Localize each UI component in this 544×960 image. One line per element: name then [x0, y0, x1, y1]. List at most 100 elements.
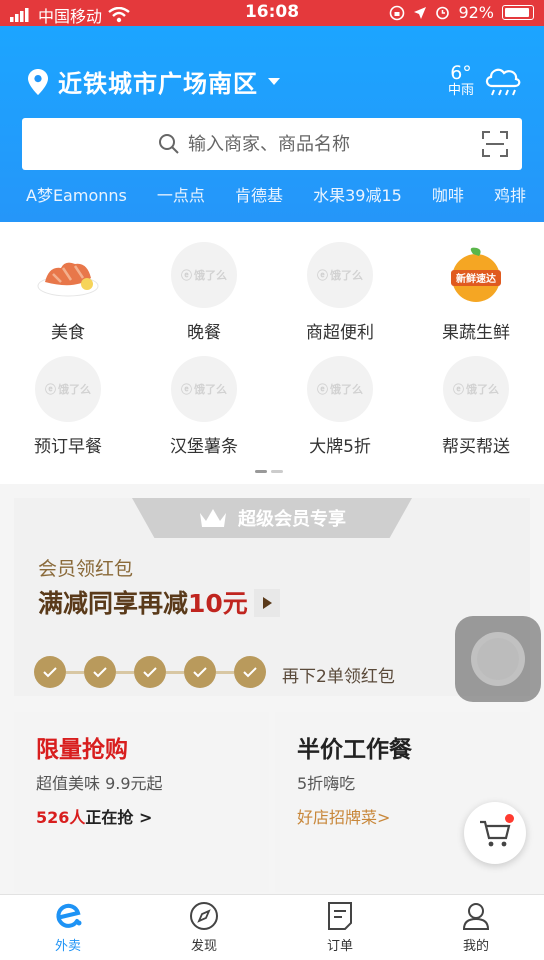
- category-food[interactable]: 美食: [0, 242, 136, 343]
- status-right: 92%: [389, 3, 534, 22]
- tab-label: 发现: [190, 939, 217, 954]
- battery-icon: [502, 5, 534, 20]
- assistive-touch-inner: [471, 632, 525, 686]
- check-icon: [84, 656, 116, 688]
- category-fresh-produce[interactable]: 新鲜速达 果蔬生鲜: [408, 242, 544, 343]
- weather-text: 6° 中雨: [448, 63, 474, 98]
- category-grid: 美食 ⓔ 饿了么 晚餐 ⓔ 饿了么 商超便利 新鲜速达 果蔬生鲜 ⓔ 饿了么 预订早餐: [0, 222, 544, 484]
- tab-label: 我的: [462, 939, 489, 954]
- check-icon: [34, 656, 66, 688]
- check-icon: [234, 656, 266, 688]
- promo-title: 半价工作餐: [297, 737, 412, 763]
- category-label: 大牌5折: [309, 437, 371, 457]
- logo-watermark: ⓔ 饿了么: [181, 269, 227, 282]
- fruit-badge: 新鲜速达: [456, 273, 496, 285]
- progress-link: [166, 670, 184, 674]
- tab-discover[interactable]: 发现: [136, 895, 272, 960]
- tab-label: 订单: [326, 939, 353, 954]
- progress-checks: [34, 656, 266, 688]
- promo-title: 限量抢购: [36, 737, 128, 763]
- search-input[interactable]: [186, 132, 386, 156]
- category-label: 果蔬生鲜: [442, 323, 510, 343]
- search-icon: [159, 134, 179, 154]
- location-pin-icon: [28, 68, 48, 95]
- category-label: 美食: [51, 323, 85, 343]
- caret-down-icon: [268, 77, 280, 85]
- order-icon: [328, 902, 352, 930]
- category-burger-fries[interactable]: ⓔ 饿了么 汉堡薯条: [136, 356, 272, 457]
- fruit-icon: 新鲜速达: [443, 242, 509, 308]
- check-icon: [134, 656, 166, 688]
- page-dot: [271, 470, 283, 473]
- member-title-text: 满减同享再减: [38, 589, 189, 618]
- location-name: 近铁城市广场南区: [58, 70, 258, 98]
- category-label: 商超便利: [306, 323, 374, 343]
- promo-flash-sale[interactable]: 限量抢购 超值美味 9.9元起 526人正在抢 >: [14, 712, 269, 892]
- member-title: 满减同享再减10元: [38, 584, 280, 620]
- tab-label: 外卖: [54, 939, 81, 954]
- weather-temp: 6°: [450, 62, 472, 85]
- progress-link: [66, 670, 84, 674]
- member-card[interactable]: 超级会员专享 会员领红包 满减同享再减10元 再下2单领红包: [14, 498, 530, 696]
- category-label: 晚餐: [187, 323, 221, 343]
- progress-link: [116, 670, 134, 674]
- tab-orders[interactable]: 订单: [272, 895, 408, 960]
- logo-watermark: ⓔ 饿了么: [181, 383, 227, 396]
- logo-watermark: ⓔ 饿了么: [45, 383, 91, 396]
- bottom-tab-bar: 外卖 发现 订单 我的: [0, 894, 544, 960]
- category-label: 预订早餐: [34, 437, 102, 457]
- hot-keyword[interactable]: A梦Eamonns: [26, 182, 127, 206]
- header: 近铁城市广场南区 6° 中雨 A梦Eamonns 一点点 肯德基 水果39减15…: [0, 26, 544, 222]
- hot-keyword[interactable]: 水果39减15: [313, 182, 402, 206]
- play-arrow-icon[interactable]: [253, 589, 280, 617]
- progress-link: [216, 670, 234, 674]
- search-bar[interactable]: [22, 118, 522, 170]
- category-label: 汉堡薯条: [170, 437, 238, 457]
- scan-icon[interactable]: [482, 131, 508, 157]
- eleme-logo-icon: ⓔ 饿了么: [307, 242, 373, 308]
- page-dot: [255, 470, 267, 473]
- eleme-logo-icon: ⓔ 饿了么: [307, 356, 373, 422]
- hot-keywords: A梦Eamonns 一点点 肯德基 水果39减15 咖啡 鸡排: [0, 182, 544, 206]
- hot-keyword[interactable]: 一点点: [157, 182, 205, 206]
- food-icon: [35, 242, 101, 308]
- logo-watermark: ⓔ 饿了么: [317, 269, 363, 282]
- member-tab-label: 超级会员专享: [238, 509, 346, 530]
- promo-subtitle: 超值美味 9.9元起: [36, 774, 163, 793]
- promo-count: 526人: [36, 808, 86, 827]
- check-icon: [184, 656, 216, 688]
- category-dinner[interactable]: ⓔ 饿了么 晚餐: [136, 242, 272, 343]
- tab-takeout[interactable]: 外卖: [0, 895, 136, 960]
- assistive-touch-button[interactable]: [455, 616, 541, 702]
- category-supermarket[interactable]: ⓔ 饿了么 商超便利: [272, 242, 408, 343]
- location-arrow-icon: [414, 6, 427, 19]
- logo-watermark: ⓔ 饿了么: [453, 383, 499, 396]
- eleme-logo-icon: ⓔ 饿了么: [171, 356, 237, 422]
- profile-icon: [462, 903, 490, 930]
- eleme-logo-icon: ⓔ 饿了么: [171, 242, 237, 308]
- cart-badge-dot: [505, 814, 514, 823]
- hot-keyword[interactable]: 鸡排: [494, 182, 526, 206]
- category-breakfast[interactable]: ⓔ 饿了么 预订早餐: [0, 356, 136, 457]
- weather-desc: 中雨: [447, 83, 474, 99]
- hot-keyword[interactable]: 咖啡: [432, 182, 464, 206]
- category-errand[interactable]: ⓔ 饿了么 帮买帮送: [408, 356, 544, 457]
- eleme-logo-icon: ⓔ 饿了么: [443, 356, 509, 422]
- hot-keyword[interactable]: 肯德基: [235, 182, 283, 206]
- weather-widget[interactable]: 6° 中雨: [448, 62, 522, 100]
- rain-cloud-icon: [485, 68, 521, 96]
- page-indicator: [255, 470, 283, 473]
- logo-watermark: ⓔ 饿了么: [317, 383, 363, 396]
- location-selector[interactable]: 近铁城市广场南区: [28, 64, 280, 99]
- tab-profile[interactable]: 我的: [408, 895, 544, 960]
- member-hint: 再下2单领红包: [282, 667, 395, 687]
- cart-button[interactable]: [464, 802, 526, 864]
- category-label: 帮买帮送: [442, 437, 510, 457]
- takeout-icon: [56, 903, 82, 928]
- eleme-logo-icon: ⓔ 饿了么: [35, 356, 101, 422]
- member-subtitle: 会员领红包: [38, 558, 134, 580]
- promo-link[interactable]: 526人正在抢 >: [36, 804, 247, 828]
- rotation-lock-icon: [390, 5, 405, 20]
- status-bar: 中国移动 16:08 92%: [0, 0, 544, 26]
- category-brand-discount[interactable]: ⓔ 饿了么 大牌5折: [272, 356, 408, 457]
